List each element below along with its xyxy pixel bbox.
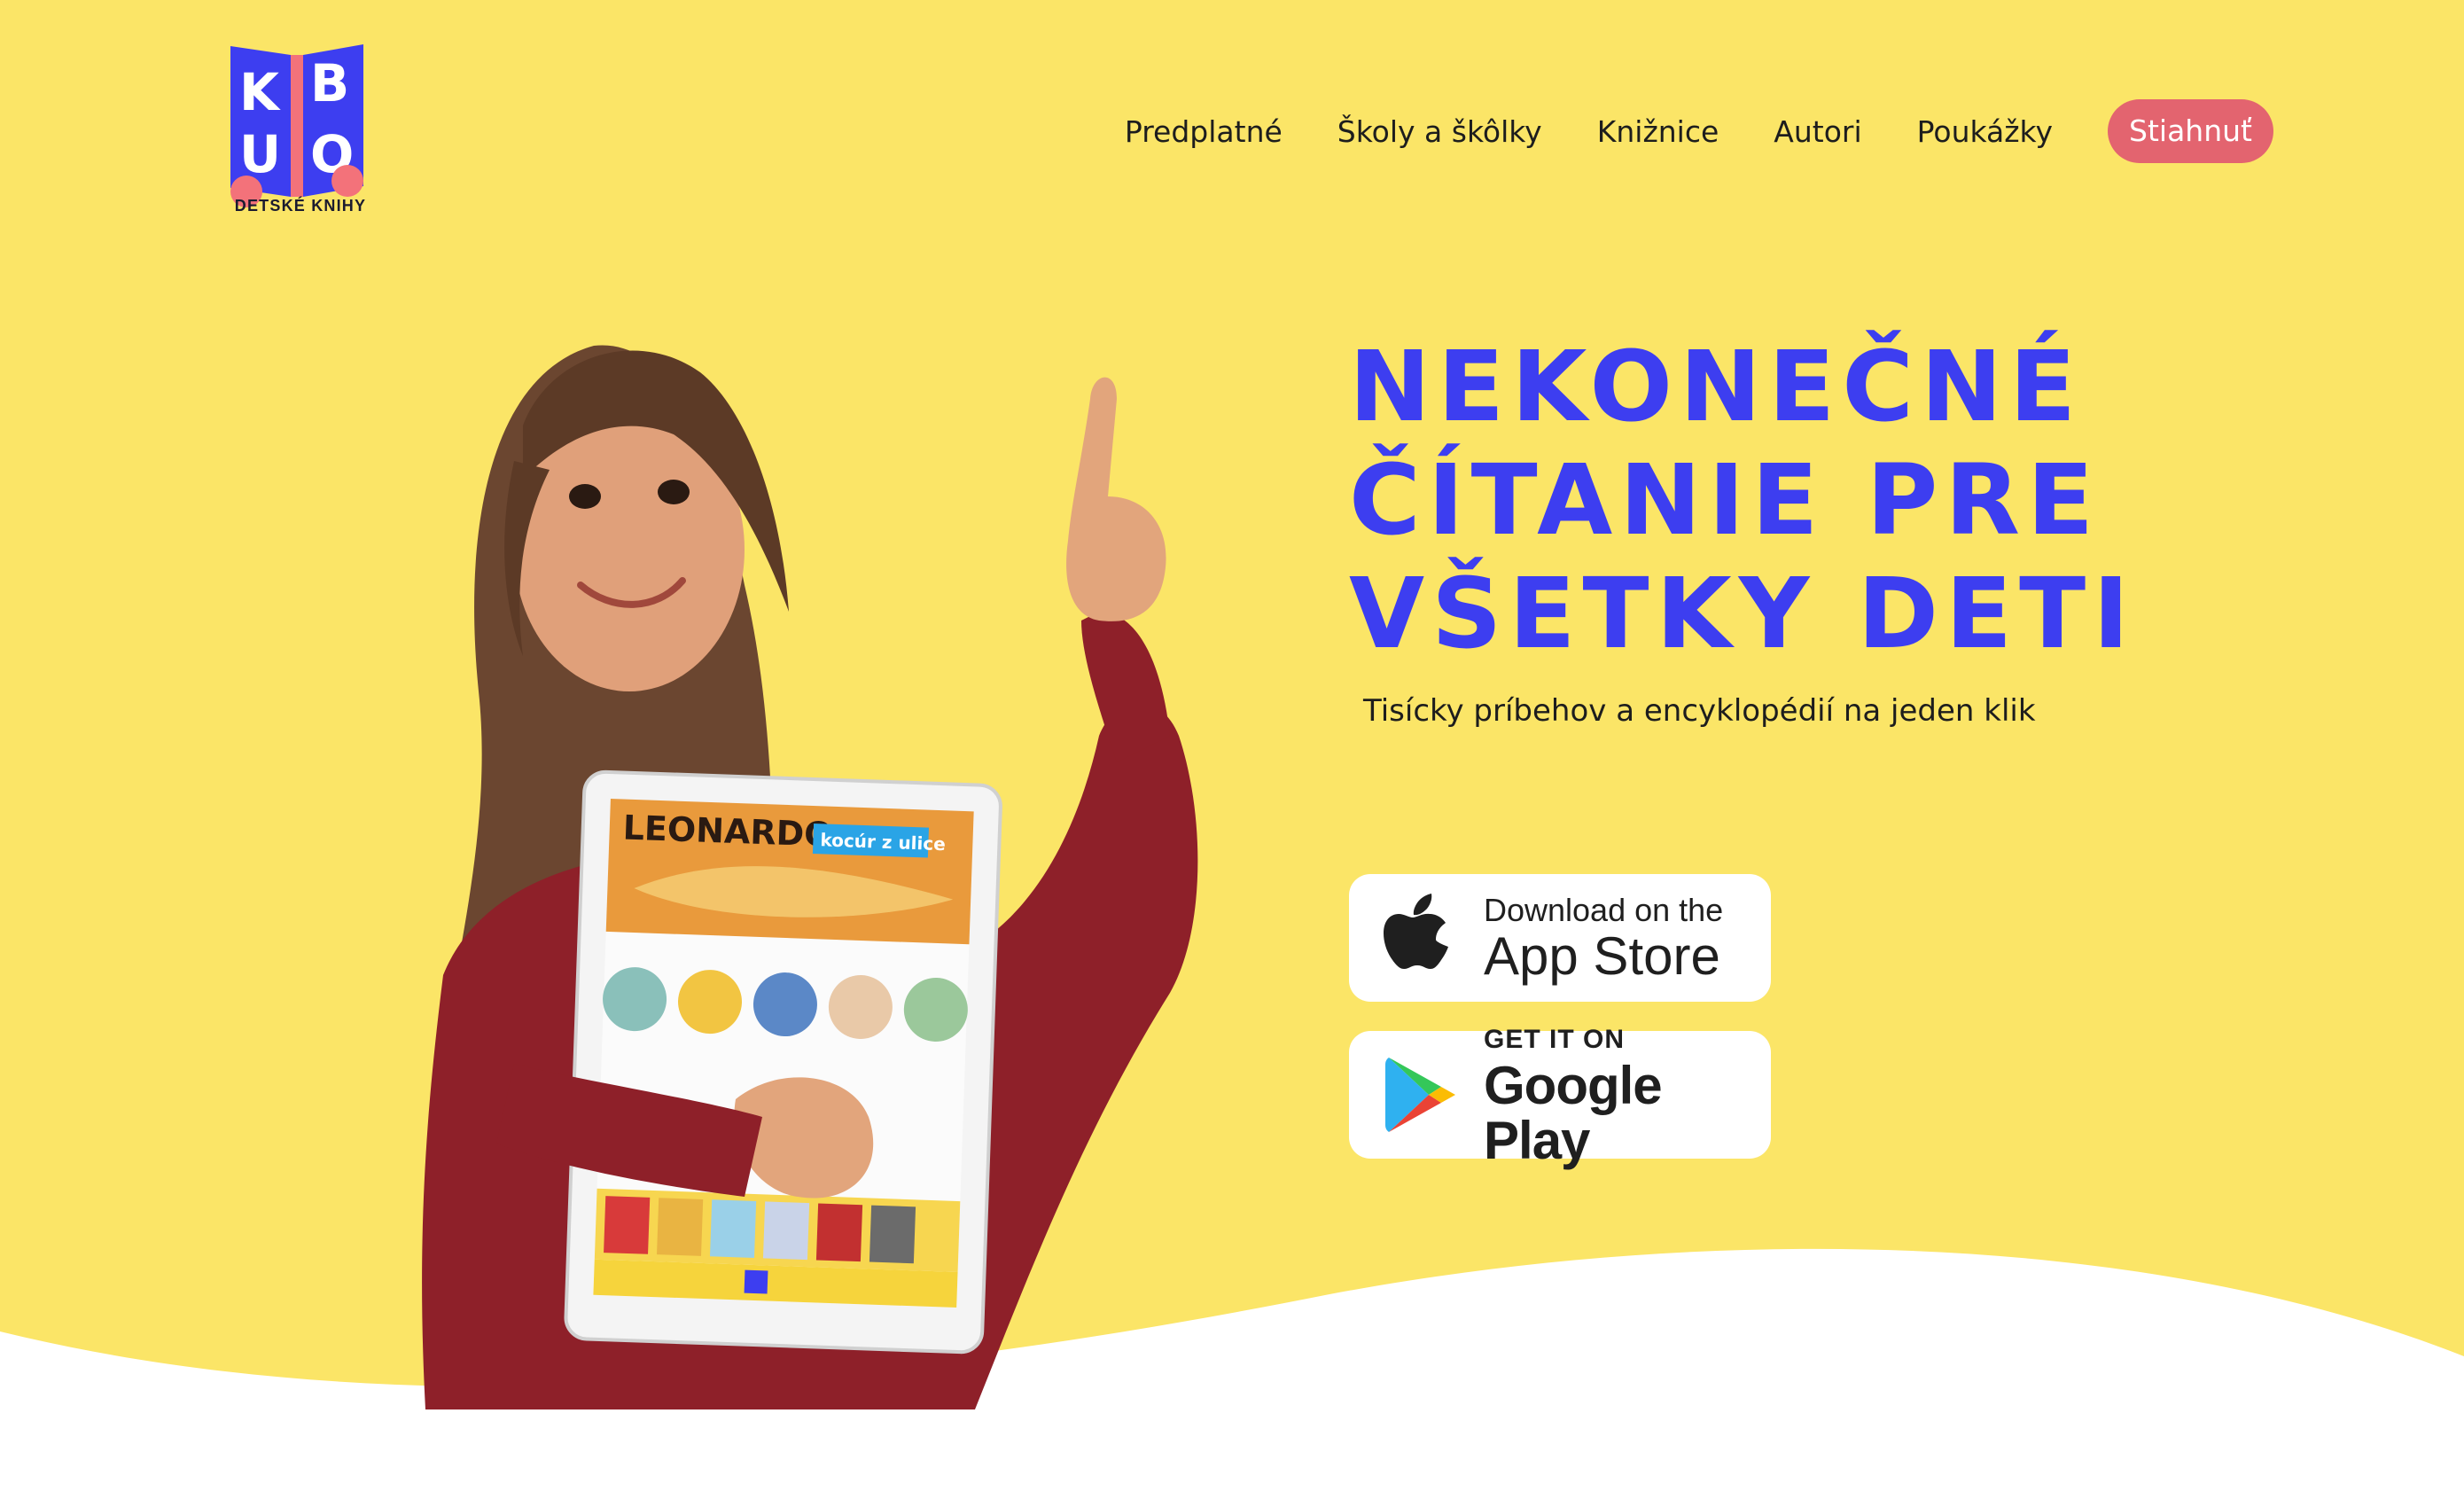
hero-subtitle: Tisícky príbehov a encyklopédií na jeden… <box>1363 693 2036 729</box>
google-play-icon <box>1385 1058 1455 1132</box>
google-play-small-text: GET IT ON <box>1484 1025 1625 1054</box>
logo-letter-u: U <box>239 124 281 184</box>
hero-section: K B U O DETSKÉ KNIHY Predplatné Školy a … <box>0 0 2464 1507</box>
nav-item-poukazky[interactable]: Poukážky <box>1917 114 2053 149</box>
headline-line-1: NEKONEČNÉ <box>1349 330 2084 443</box>
tablet-banner-tag: kocúr z ulice <box>820 829 946 855</box>
app-store-small-text: Download on the <box>1484 892 1724 928</box>
main-nav: Predplatné Školy a škôlky Knižnice Autor… <box>1070 99 2273 163</box>
app-store-badge[interactable]: Download on the App Store <box>1349 874 1771 1002</box>
logo-caption: DETSKÉ KNIHY <box>234 197 367 215</box>
nav-item-autori[interactable]: Autori <box>1774 114 1861 149</box>
logo-letter-k: K <box>239 62 281 122</box>
headline-line-3: VŠETKY DETI <box>1349 557 2137 670</box>
tablet-banner-title: LEONARDO <box>622 808 833 855</box>
hero-image-girl-with-tablet: LEONARDO kocúr z ulice <box>422 345 1198 1409</box>
kubo-logo[interactable]: K B U O <box>222 39 372 216</box>
google-play-badge[interactable]: GET IT ON Google Play <box>1349 1025 1771 1168</box>
download-button[interactable]: Stiahnuť <box>2108 99 2273 163</box>
app-store-big-text: App Store <box>1484 926 1720 986</box>
logo-letter-b: B <box>310 53 349 113</box>
apple-icon <box>1384 894 1448 969</box>
nav-item-kniznice[interactable]: Knižnice <box>1597 114 1719 149</box>
headline-line-2: ČÍTANIE PRE <box>1349 443 2101 557</box>
google-play-big-text: Google Play <box>1484 1056 1663 1170</box>
hero-headline: NEKONEČNÉ ČÍTANIE PRE VŠETKY DETI <box>1349 330 2147 670</box>
nav-item-skoly[interactable]: Školy a škôlky <box>1337 114 1542 149</box>
nav-item-predplatne[interactable]: Predplatné <box>1125 114 1283 149</box>
